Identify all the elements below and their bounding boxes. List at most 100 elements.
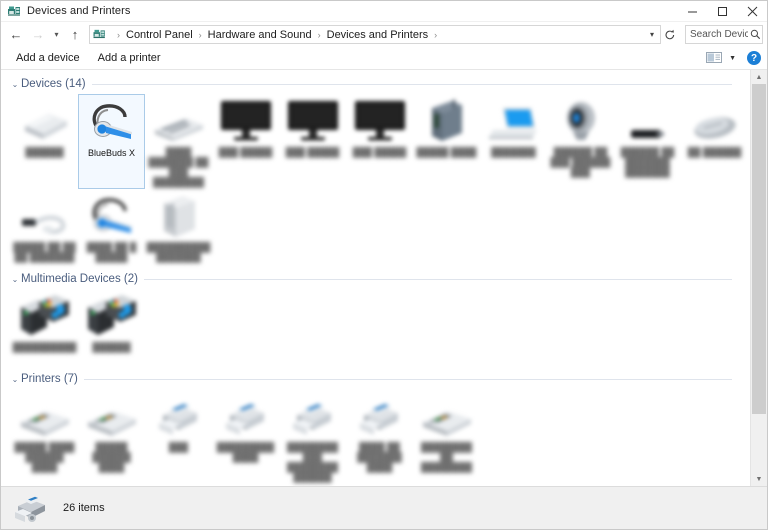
- search-input[interactable]: Search Device...: [686, 29, 748, 40]
- recent-locations-button[interactable]: ▾: [49, 24, 64, 46]
- device-item-label: ███████: [491, 147, 536, 157]
- refresh-button[interactable]: [661, 25, 679, 44]
- device-item-label: ██████: [92, 342, 131, 352]
- device-item-label: ██████: [25, 147, 64, 157]
- title-bar: Devices and Printers: [1, 1, 767, 22]
- chevron-down-icon: ⌄: [11, 374, 19, 384]
- up-button[interactable]: ↑: [64, 24, 86, 46]
- device-item[interactable]: █████████ ████: [212, 389, 279, 484]
- usb-adapter-icon: [11, 193, 78, 239]
- printer-icon: [145, 393, 212, 439]
- device-item[interactable]: ███ █████: [279, 94, 346, 189]
- inkjet-printer-icon: [11, 393, 78, 439]
- group-header-printers[interactable]: ⌄ Printers (7): [9, 371, 750, 387]
- refresh-icon: [665, 29, 675, 39]
- breadcrumb-item-hardware-and-sound[interactable]: Hardware and Sound: [207, 29, 313, 41]
- device-item[interactable]: █████ ████ ██████ ████: [11, 389, 78, 484]
- devices-and-printers-window: Devices and Printers ← → ▾ ↑ › Control P…: [0, 0, 768, 530]
- search-icon: [748, 29, 762, 40]
- preview-pane-icon[interactable]: [706, 51, 723, 65]
- breadcrumb-item-control-panel[interactable]: Control Panel: [125, 29, 194, 41]
- device-item-label: ████████ ██ ████████: [420, 442, 472, 472]
- address-bar[interactable]: › Control Panel › Hardware and Sound › D…: [89, 25, 661, 44]
- forward-button[interactable]: →: [27, 24, 49, 46]
- item-count-label: 26 items: [63, 502, 105, 514]
- vertical-scrollbar[interactable]: ▲ ▼: [750, 70, 767, 486]
- group-header-devices[interactable]: ⌄ Devices (14): [9, 76, 750, 92]
- help-icon: ?: [750, 52, 758, 64]
- monitor-icon: [346, 98, 413, 144]
- navigation-bar: ← → ▾ ↑ › Control Panel › Hardware and S…: [1, 22, 767, 47]
- group-divider: [143, 278, 732, 280]
- up-arrow-icon: ↑: [71, 27, 79, 42]
- back-button[interactable]: ←: [5, 24, 27, 46]
- device-item[interactable]: ███ █████: [346, 94, 413, 189]
- device-item-label: ████ ██ █ █████: [86, 242, 137, 262]
- device-item[interactable]: ███ █████: [212, 94, 279, 189]
- device-item[interactable]: ██████████ ███████: [145, 189, 212, 265]
- device-item[interactable]: ███████: [480, 94, 547, 189]
- maximize-button[interactable]: [707, 1, 737, 21]
- scrollbar-track[interactable]: [751, 84, 767, 472]
- inkjet-printer-icon: [78, 393, 145, 439]
- chevron-down-icon: ▾: [649, 30, 654, 39]
- scroll-up-button[interactable]: ▲: [751, 70, 767, 84]
- keyboard-icon: [145, 98, 212, 144]
- device-item-label: ████ ██ ███████ ████: [357, 442, 402, 472]
- breadcrumb-item-devices-and-printers[interactable]: Devices and Printers: [326, 29, 430, 41]
- inkjet-printer-icon: [413, 393, 480, 439]
- scrollbar-thumb[interactable]: [752, 84, 766, 414]
- help-button[interactable]: ?: [747, 51, 761, 65]
- group-title: Multimedia Devices (2): [21, 273, 138, 285]
- device-item[interactable]: ████████ ██ ████████: [413, 389, 480, 484]
- view-dropdown-button[interactable]: ▼: [725, 55, 740, 62]
- device-item[interactable]: ████████ ███ ████████ ██████: [279, 389, 346, 484]
- device-item[interactable]: ██████ ██ ███████ ███████: [614, 94, 681, 189]
- command-bar: Add a device Add a printer ▼ ?: [1, 47, 767, 70]
- group-multimedia-devices: ⌄ Multimedia Devices (2) ██████████ ██████: [1, 271, 750, 365]
- device-item-label: BlueBuds X: [87, 148, 136, 158]
- device-item[interactable]: █████ ██████ ████: [78, 389, 145, 484]
- device-item[interactable]: ████ ██ ███████ ████: [346, 389, 413, 484]
- device-item-label: ██████████: [12, 342, 77, 352]
- webcam-icon: [547, 98, 614, 144]
- device-item[interactable]: ██████: [78, 289, 145, 365]
- usb-receiver-icon: [614, 98, 681, 144]
- device-item[interactable]: ██ ██████: [681, 94, 748, 189]
- chevron-down-icon: ⌄: [11, 79, 19, 89]
- device-item-label: ██████ ██ ███ ██████ ███: [550, 147, 611, 177]
- group-title: Devices (14): [21, 78, 86, 90]
- device-item[interactable]: █████ ████: [413, 94, 480, 189]
- close-button[interactable]: [737, 1, 767, 21]
- mouse-icon: [681, 98, 748, 144]
- printer-icon: [279, 393, 346, 439]
- device-item[interactable]: ██████████: [11, 289, 78, 365]
- group-printers: ⌄ Printers (7) █████ ████ ██████ ████ █████…: [1, 371, 750, 484]
- device-item[interactable]: ████ ██ █ █████: [78, 189, 145, 265]
- device-item-label: █████ ████ ██████ ████: [14, 442, 75, 472]
- device-item[interactable]: ██████ ██ ███ ██████ ███: [547, 94, 614, 189]
- add-a-device-button[interactable]: Add a device: [9, 50, 87, 66]
- device-item-label: █████ ██ ██ ██ ███████: [13, 242, 76, 262]
- device-item[interactable]: ██████: [11, 94, 78, 189]
- device-item[interactable]: BlueBuds X: [78, 94, 145, 189]
- group-header-multimedia-devices[interactable]: ⌄ Multimedia Devices (2): [9, 271, 750, 287]
- device-item[interactable]: █████ ██ ██ ██ ███████: [11, 189, 78, 265]
- device-item[interactable]: ███: [145, 389, 212, 484]
- device-item-label: ███: [168, 442, 189, 452]
- device-item[interactable]: ████ ███████ ██ ███ ████████: [145, 94, 212, 189]
- add-a-printer-button[interactable]: Add a printer: [91, 50, 168, 66]
- group-items-printers: █████ ████ ██████ ████ █████ ██████ ████ █…: [1, 389, 750, 484]
- address-dropdown-button[interactable]: ▾: [644, 26, 660, 43]
- device-item-label: ████ ███████ ██ ███ ████████: [148, 147, 209, 187]
- device-item-label: ██████ ██ ███████ ███████: [620, 147, 675, 177]
- printer-icon: [212, 393, 279, 439]
- bluetooth-headset-icon: [78, 193, 145, 239]
- device-item-label: █████████ ████: [216, 442, 275, 462]
- minimize-button[interactable]: [677, 1, 707, 21]
- search-box[interactable]: Search Device...: [685, 25, 763, 44]
- scroll-down-button[interactable]: ▼: [751, 472, 767, 486]
- content-area: ⌄ Devices (14) ██████ BlueBuds X ████ ██████…: [1, 70, 767, 486]
- device-item-label: ███ █████: [352, 147, 407, 157]
- monitor-icon: [212, 98, 279, 144]
